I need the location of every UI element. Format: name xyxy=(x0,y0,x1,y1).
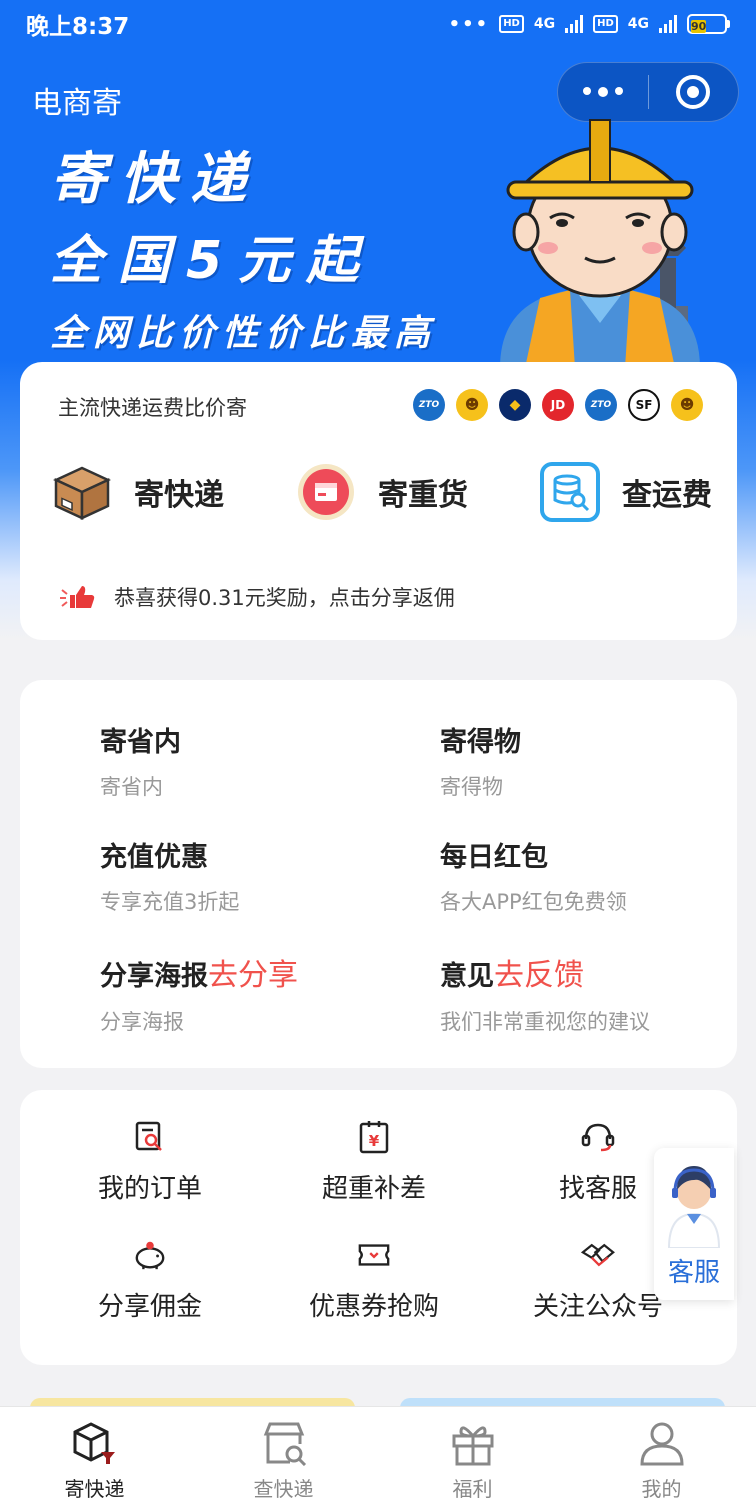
signal-icon-2 xyxy=(659,15,677,33)
feature-feedback[interactable]: 意见去反馈 我们非常重视您的建议 xyxy=(440,950,650,1036)
network-label-2: 4G xyxy=(627,16,649,32)
feature-title: 寄省内 xyxy=(100,727,181,758)
hd-badge-2: HD xyxy=(593,15,618,33)
piggy-bank-icon xyxy=(133,1238,167,1272)
headset-icon xyxy=(581,1120,615,1154)
tool-my-orders[interactable]: 我的订单 xyxy=(40,1120,260,1205)
jd-logo-icon: JD xyxy=(542,389,574,421)
send-heavy-label: 寄重货 xyxy=(378,478,468,513)
heavy-cargo-icon xyxy=(296,462,356,522)
tab-send-express[interactable]: 寄快递 xyxy=(0,1407,189,1512)
feature-subtitle: 我们非常重视您的建议 xyxy=(440,1010,650,1034)
coupon-icon xyxy=(357,1238,391,1272)
profile-tab-icon xyxy=(638,1419,686,1467)
close-miniprogram-button[interactable] xyxy=(649,75,739,109)
features-card: 寄省内 寄省内 寄得物 寄得物 充值优惠 专享充值3折起 每日红包 各大APP红… xyxy=(20,680,737,1068)
parcel-box-icon xyxy=(52,462,112,522)
more-dots-icon: ••• xyxy=(448,13,490,35)
send-express-button[interactable]: 寄快递 xyxy=(52,462,224,522)
bottom-tab-bar: 寄快递 查快递 福利 我的 xyxy=(0,1406,756,1512)
tool-share-commission[interactable]: 分享佣金 xyxy=(40,1238,260,1323)
status-bar: 晚上8:37 ••• HD 4G HD 4G 90 xyxy=(0,0,756,48)
store-search-tab-icon xyxy=(260,1419,308,1467)
tool-label: 我的订单 xyxy=(97,1174,202,1204)
tool-label: 关注公众号 xyxy=(532,1292,663,1322)
tab-label: 福利 xyxy=(452,1477,493,1501)
shipping-card: 主流快递运费比价寄 ZTO ☻ ◆ JD ZTO SF ☻ 寄快递 寄重货 查运… xyxy=(20,362,737,640)
tab-benefits[interactable]: 福利 xyxy=(378,1407,567,1512)
check-freight-label: 查运费 xyxy=(622,478,712,513)
handshake-icon xyxy=(581,1238,615,1272)
check-freight-button[interactable]: 查运费 xyxy=(540,462,712,522)
tool-label: 找客服 xyxy=(558,1174,637,1204)
feature-subtitle: 寄得物 xyxy=(440,775,503,799)
hd-badge-1: HD xyxy=(499,15,524,33)
feature-subtitle: 各大APP红包免费领 xyxy=(440,890,627,914)
tools-card: 我的订单 ¥ 超重补差 找客服 分享佣金 优惠券抢购 关注公众号 xyxy=(20,1090,737,1365)
feature-title: 分享海报去分享 xyxy=(100,958,298,993)
tool-overweight[interactable]: ¥ 超重补差 xyxy=(264,1120,484,1205)
feature-subtitle: 分享海报 xyxy=(100,1010,184,1034)
target-icon xyxy=(676,75,711,109)
battery-icon: 90 xyxy=(687,14,730,34)
feature-title: 充值优惠 xyxy=(100,842,208,873)
feature-title: 意见去反馈 xyxy=(440,958,584,993)
reward-banner[interactable]: 恭喜获得0.31元奖励，点击分享返佣 xyxy=(58,582,455,612)
thumbs-up-icon xyxy=(60,586,95,608)
sf-logo-icon: SF xyxy=(628,389,660,421)
banner-slogan: 全网比价性价比最高 xyxy=(50,313,438,354)
floating-service-button[interactable]: 客服 xyxy=(654,1148,734,1300)
zto-logo-icon-2: ZTO xyxy=(585,389,617,421)
tool-label: 分享佣金 xyxy=(97,1292,202,1322)
order-search-icon xyxy=(133,1120,167,1154)
page-title: 电商寄 xyxy=(32,86,122,121)
zto-logo-icon: ZTO xyxy=(413,389,445,421)
feature-recharge[interactable]: 充值优惠 专享充值3折起 xyxy=(100,835,239,916)
tool-label: 超重补差 xyxy=(321,1174,426,1204)
freight-search-icon xyxy=(540,462,600,522)
tab-label: 查快递 xyxy=(253,1477,314,1501)
tab-profile[interactable]: 我的 xyxy=(567,1407,756,1512)
yto-logo-icon: ◆ xyxy=(499,389,531,421)
courier-worker-illustration xyxy=(500,119,700,368)
service-label: 客服 xyxy=(667,1258,720,1288)
gift-tab-icon xyxy=(449,1419,497,1467)
battery-level: 90 xyxy=(691,20,707,33)
parcel-tab-icon xyxy=(71,1419,119,1467)
tool-label: 优惠券抢购 xyxy=(308,1292,439,1322)
feature-daily-redpacket[interactable]: 每日红包 各大APP红包免费领 xyxy=(440,835,627,916)
status-time: 晚上8:37 xyxy=(26,14,130,40)
tool-coupon[interactable]: 优惠券抢购 xyxy=(264,1238,484,1323)
reward-text: 恭喜获得0.31元奖励，点击分享返佣 xyxy=(114,586,455,610)
service-agent-icon xyxy=(667,1166,721,1248)
feature-dewu[interactable]: 寄得物 寄得物 xyxy=(440,720,521,801)
feature-title: 寄得物 xyxy=(440,727,521,758)
feature-subtitle: 专享充值3折起 xyxy=(100,890,240,914)
svg-text:¥: ¥ xyxy=(369,1132,380,1150)
feature-share-poster[interactable]: 分享海报去分享 分享海报 xyxy=(100,950,298,1036)
compare-caption: 主流快递运费比价寄 xyxy=(58,396,247,420)
network-label-1: 4G xyxy=(533,16,556,32)
banner-headline: 寄快递 xyxy=(50,147,260,212)
signal-icon-1 xyxy=(565,15,584,33)
tab-label: 我的 xyxy=(641,1477,682,1501)
yunda-logo-icon: ☻ xyxy=(456,389,488,421)
banner-price: 全国5元起 xyxy=(50,231,375,291)
feature-intra-province[interactable]: 寄省内 寄省内 xyxy=(100,720,181,801)
feature-title: 每日红包 xyxy=(440,842,548,873)
tab-label: 寄快递 xyxy=(64,1477,125,1501)
carrier-logos: ZTO ☻ ◆ JD ZTO SF ☻ xyxy=(413,389,703,421)
send-express-label: 寄快递 xyxy=(134,478,224,513)
more-menu-button[interactable] xyxy=(558,87,648,97)
send-heavy-button[interactable]: 寄重货 xyxy=(296,462,468,522)
feature-subtitle: 寄省内 xyxy=(100,775,163,799)
tab-track-express[interactable]: 查快递 xyxy=(189,1407,378,1512)
primary-actions: 寄快递 寄重货 查运费 xyxy=(52,462,712,522)
status-indicators: ••• HD 4G HD 4G 90 xyxy=(449,14,730,35)
yunda-logo-icon-2: ☻ xyxy=(671,389,703,421)
yen-clipboard-icon: ¥ xyxy=(357,1120,391,1154)
